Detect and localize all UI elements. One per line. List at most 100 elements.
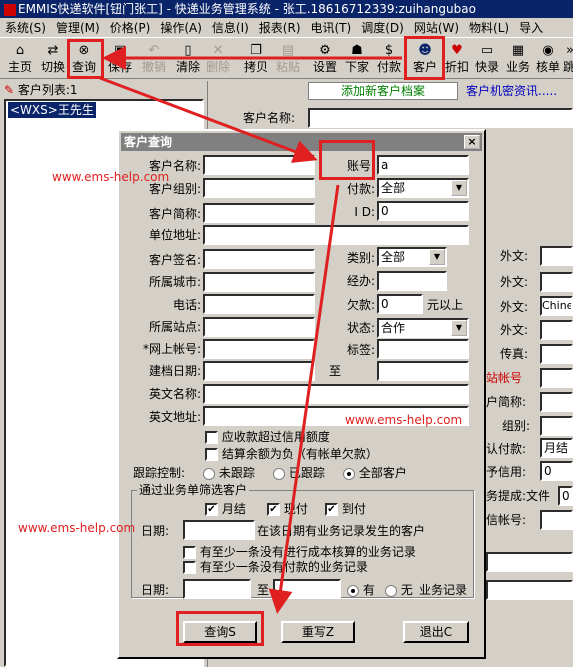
toolbar-next-party-button[interactable]: ☗ 下家: [341, 41, 373, 77]
web-account-label: *网上帐号:: [142, 342, 201, 356]
over-credit-check[interactable]: 应收款超过信用额度: [205, 428, 330, 446]
menu-manage[interactable]: 管理(M): [51, 18, 105, 37]
foreign-field-1[interactable]: [540, 246, 573, 266]
menu-website[interactable]: 网站(W): [409, 18, 464, 37]
default-payment-field[interactable]: 月结: [540, 438, 573, 458]
list-item[interactable]: <WXS>王先生: [8, 102, 96, 118]
exit-button[interactable]: 退出C: [403, 621, 469, 643]
foreign-field-4[interactable]: [540, 320, 573, 340]
website-account-field[interactable]: [540, 368, 573, 388]
foreign-field-2[interactable]: [540, 272, 573, 292]
radio[interactable]: [343, 467, 355, 480]
handler-input[interactable]: [377, 271, 447, 291]
group-field[interactable]: [540, 416, 573, 436]
radio[interactable]: [203, 467, 215, 480]
id-input[interactable]: 0: [377, 201, 469, 221]
checkbox[interactable]: [205, 431, 218, 444]
chevron-down-icon: ▼: [451, 180, 467, 196]
toolbar-payment-button[interactable]: $ 付款: [373, 41, 405, 77]
toolbar-jump-button[interactable]: »跳: [562, 41, 573, 77]
menu-report[interactable]: 报表(R): [254, 18, 306, 37]
secret-info-link[interactable]: 客户机密资讯.....: [466, 83, 571, 99]
menu-price[interactable]: 价格(P): [105, 18, 156, 37]
unpaid-check[interactable]: 有至少一条没有付款的业务记录: [183, 558, 368, 576]
bottom-date-to-input[interactable]: [273, 579, 341, 599]
customer-short-field[interactable]: [540, 392, 573, 412]
checkbox-checked[interactable]: ✔: [325, 503, 338, 516]
menu-operate[interactable]: 操作(A): [155, 18, 207, 37]
fax-field[interactable]: [540, 344, 573, 364]
menu-dispatch[interactable]: 调度(D): [356, 18, 409, 37]
toolbar-business-button[interactable]: ▦ 业务: [502, 41, 534, 77]
status-select[interactable]: 合作 ▼: [377, 318, 469, 338]
note-field-2[interactable]: [486, 580, 573, 600]
customer-sign-input[interactable]: [203, 249, 315, 269]
customer-group-input[interactable]: [203, 178, 315, 198]
unit-address-input[interactable]: [203, 225, 469, 245]
city-input[interactable]: [203, 272, 315, 292]
pay-type-cash[interactable]: ✔ 现付: [267, 500, 308, 518]
note-field[interactable]: [486, 552, 573, 572]
checkbox[interactable]: [205, 448, 218, 461]
customer-name-input[interactable]: [203, 155, 315, 175]
menu-import[interactable]: 导入: [514, 18, 548, 37]
add-customer-link[interactable]: 添加新客户档案: [308, 82, 458, 100]
radio[interactable]: [347, 584, 359, 597]
toolbar-home-button[interactable]: ⌂ 主页: [4, 41, 36, 77]
tracking-option-all[interactable]: 全部客户: [343, 464, 407, 482]
created-date-to-input[interactable]: [377, 361, 469, 381]
menu-system[interactable]: 系统(S): [0, 18, 51, 37]
fax-label: 传真:: [500, 347, 529, 361]
wechat-field[interactable]: [540, 510, 573, 530]
menu-telecom[interactable]: 电讯(T): [306, 18, 357, 37]
toolbar-settings-button[interactable]: ⚙ 设置: [309, 41, 341, 77]
toolbar-undo-button[interactable]: ↶ 撤销: [138, 41, 170, 77]
record-suffix: 业务记录: [419, 583, 468, 597]
pay-type-monthly[interactable]: ✔ 月结: [205, 500, 246, 518]
business-icon: ▦: [511, 43, 525, 58]
toolbar-delete-button[interactable]: ✕ 删除: [202, 41, 234, 77]
account-input[interactable]: a: [377, 155, 469, 175]
toolbar-copy-button[interactable]: ❐ 拷贝: [240, 41, 272, 77]
station-input[interactable]: [203, 317, 315, 337]
created-date-from-input[interactable]: [203, 361, 315, 381]
radio[interactable]: [385, 584, 397, 597]
tracking-option-tracked[interactable]: 已跟踪: [273, 464, 325, 482]
arrears-input[interactable]: 0: [377, 294, 423, 314]
checkbox-checked[interactable]: ✔: [205, 503, 218, 516]
annotation-box-query-button: [176, 611, 264, 646]
checkbox-checked[interactable]: ✔: [267, 503, 280, 516]
bottom-date-from-input[interactable]: [183, 579, 251, 599]
radio[interactable]: [273, 467, 285, 480]
pay-type-cod[interactable]: ✔ 到付: [325, 500, 366, 518]
rewrite-button[interactable]: 重写Z: [281, 621, 355, 643]
checkbox[interactable]: [183, 561, 196, 574]
toolbar-check-order-button[interactable]: ◉ 核单: [532, 41, 564, 77]
category-select[interactable]: 全部 ▼: [377, 247, 447, 267]
menu-info[interactable]: 信息(I): [207, 18, 254, 37]
toolbar-save-button[interactable]: ▣ 保存: [104, 41, 136, 77]
payment-select[interactable]: 全部 ▼: [377, 178, 469, 198]
customer-name-field[interactable]: [308, 108, 573, 128]
commission-field[interactable]: 0: [558, 486, 573, 506]
phone-input[interactable]: [203, 294, 315, 314]
close-icon[interactable]: ×: [464, 135, 480, 149]
credit-field[interactable]: 0: [540, 461, 573, 481]
toolbar-switch-button[interactable]: ⇄ 切换: [37, 41, 69, 77]
negative-balance-check[interactable]: 结算余额为负（有帐单欠款）: [205, 445, 378, 463]
tracking-option-untracked[interactable]: 未跟踪: [203, 464, 255, 482]
web-account-input[interactable]: [203, 339, 315, 359]
toolbar-discount-button[interactable]: ♥ 折扣: [441, 41, 473, 77]
record-has-option[interactable]: 有: [347, 581, 375, 599]
filter-date-input[interactable]: [183, 520, 255, 540]
toolbar-quick-entry-button[interactable]: ▭ 快录: [471, 41, 503, 77]
tag-input[interactable]: [377, 339, 469, 359]
payment-icon: $: [384, 43, 394, 58]
record-none-option[interactable]: 无: [385, 581, 413, 599]
foreign-field-3[interactable]: Chinese: [540, 296, 573, 316]
english-name-input[interactable]: [203, 384, 469, 404]
toolbar-clear-button[interactable]: ▯ 清除: [172, 41, 204, 77]
menu-material[interactable]: 物料(L): [464, 18, 514, 37]
toolbar-paste-button[interactable]: ▤ 粘贴: [272, 41, 304, 77]
customer-short-input[interactable]: [203, 203, 315, 223]
